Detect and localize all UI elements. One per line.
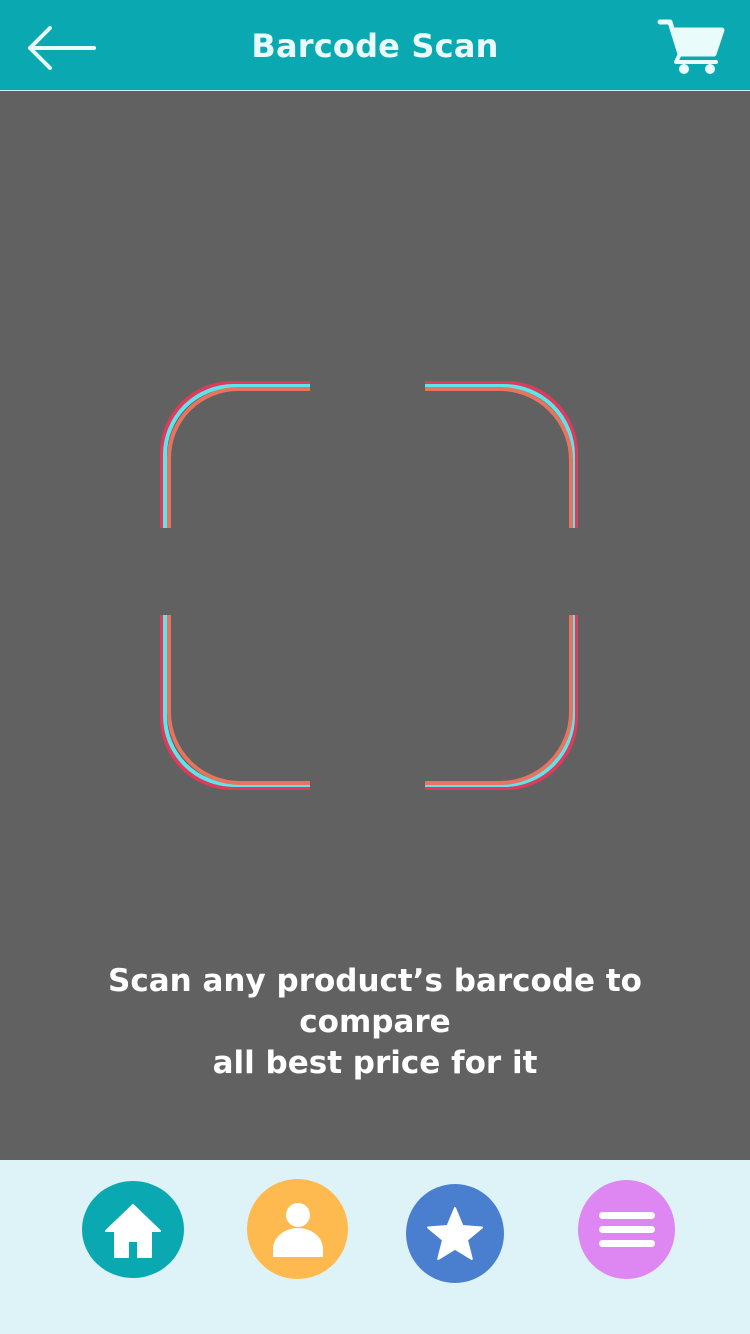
shopping-cart-icon	[657, 19, 725, 74]
star-icon	[427, 1206, 483, 1260]
menu-icon	[598, 1211, 655, 1247]
cart-button[interactable]	[656, 16, 726, 76]
instruction-line-1: Scan any product’s barcode to compare	[108, 963, 642, 1040]
top-app-bar: Barcode Scan	[0, 0, 750, 91]
nav-home-button[interactable]	[82, 1181, 184, 1278]
bottom-navigation	[0, 1160, 750, 1334]
instruction-line-2: all best price for it	[212, 1045, 538, 1081]
nav-favorites-button[interactable]	[406, 1184, 504, 1283]
nav-profile-button[interactable]	[247, 1179, 348, 1279]
page-title: Barcode Scan	[251, 27, 499, 65]
home-icon	[105, 1203, 161, 1258]
nav-menu-button[interactable]	[578, 1180, 675, 1279]
user-icon	[272, 1203, 323, 1257]
scan-instruction: Scan any product’s barcode to compare al…	[40, 961, 710, 1084]
camera-view[interactable]: Scan any product’s barcode to compare al…	[0, 91, 750, 1160]
